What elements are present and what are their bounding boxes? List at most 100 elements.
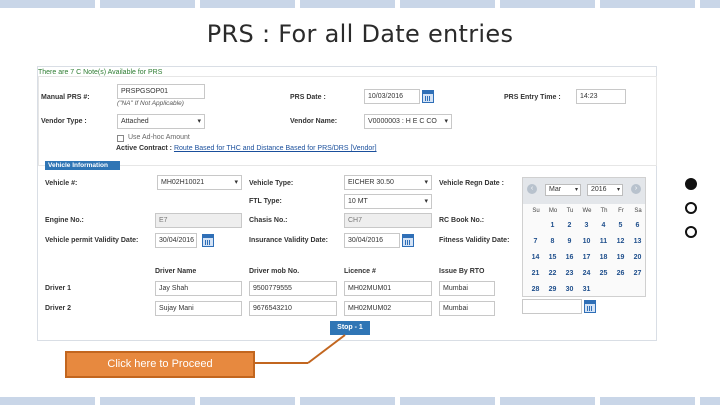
calendar-day[interactable]: 22 [544, 267, 561, 280]
engine-no-label: Engine No.: [45, 217, 84, 224]
weekday-label: Su [532, 208, 540, 214]
permit-validity-input[interactable]: 30/04/2016 [155, 233, 197, 248]
calendar-day[interactable]: 8 [544, 235, 561, 248]
calendar-icon[interactable] [584, 300, 596, 313]
top-decor-stripe [0, 0, 720, 8]
calendar-day[interactable]: 21 [527, 267, 544, 280]
driver-2-mobile-input[interactable]: 9676543210 [249, 301, 337, 316]
vehicle-no-label: Vehicle #: [45, 180, 78, 187]
vehicle-regn-date-label: Vehicle Regn Date : [439, 180, 504, 187]
chasis-no-input[interactable]: CH7 [344, 213, 432, 228]
regn-date-input[interactable] [522, 299, 582, 314]
driver-2-label: Driver 2 [45, 305, 72, 312]
month-select[interactable]: Mar [545, 184, 581, 196]
nav-dot[interactable] [685, 202, 697, 214]
availability-note: There are 7 C Note(s) Available for PRS [38, 69, 163, 76]
proceed-button[interactable]: Click here to Proceed [65, 351, 255, 378]
engine-no-input[interactable]: E7 [155, 213, 242, 228]
calendar-day[interactable]: 16 [561, 251, 578, 264]
calendar-icon[interactable] [402, 234, 414, 247]
vehicle-type-label: Vehicle Type: [249, 180, 294, 187]
ftl-type-select[interactable]: 10 MT [344, 194, 432, 209]
calendar-day[interactable]: 10 [578, 235, 595, 248]
calendar-day[interactable]: 11 [595, 235, 612, 248]
rc-book-no-label: RC Book No.: [439, 217, 485, 224]
driver-2-rto-input[interactable]: Mumbai [439, 301, 495, 316]
chasis-no-label: Chasis No.: [249, 217, 288, 224]
driver-1-licence-input[interactable]: MH02MUM01 [344, 281, 432, 296]
weekday-label: Tu [566, 208, 574, 214]
calendar-day[interactable]: 19 [612, 251, 629, 264]
fitness-validity-label: Fitness Validity Date: [439, 237, 510, 244]
issue-rto-header: Issue By RTO [439, 268, 485, 275]
calendar-day[interactable]: 7 [527, 235, 544, 248]
driver-1-rto-input[interactable]: Mumbai [439, 281, 495, 296]
calendar-day[interactable]: 27 [629, 267, 646, 280]
calendar-day[interactable]: 1 [544, 219, 561, 232]
calendar-day[interactable]: 18 [595, 251, 612, 264]
calendar-day[interactable]: 26 [612, 267, 629, 280]
nav-dot-active[interactable] [685, 178, 697, 190]
calendar-day[interactable]: 14 [527, 251, 544, 264]
stop-1-tab[interactable]: Stop - 1 [330, 321, 370, 335]
insurance-validity-label: Insurance Validity Date: [249, 237, 328, 244]
driver-1-name-input[interactable]: Jay Shah [155, 281, 242, 296]
calendar-icon[interactable] [422, 90, 434, 103]
calendar-day[interactable]: 17 [578, 251, 595, 264]
vendor-name-select[interactable]: V0000003 : H E C CO [364, 114, 452, 129]
weekday-label: We [582, 208, 592, 214]
calendar-day[interactable]: 4 [595, 219, 612, 232]
driver-1-label: Driver 1 [45, 285, 72, 292]
calendar-day[interactable]: 9 [561, 235, 578, 248]
calendar-day[interactable]: 5 [612, 219, 629, 232]
chevron-right-icon[interactable]: › [631, 184, 641, 194]
calendar-day[interactable]: 30 [561, 283, 578, 296]
vehicle-no-select[interactable]: MH02H10021 [157, 175, 242, 190]
slide-title: PRS : For all Date entries [206, 20, 514, 48]
calendar-day[interactable]: 29 [544, 283, 561, 296]
active-contract-link[interactable]: Route Based for THC and Distance Based f… [174, 145, 377, 152]
ftl-type-label: FTL Type: [249, 198, 282, 205]
prs-date-label: PRS Date : [290, 94, 326, 101]
calendar-day[interactable]: 12 [612, 235, 629, 248]
calendar-day[interactable]: 28 [527, 283, 544, 296]
active-contract: Active Contract : Route Based for THC an… [116, 145, 377, 152]
permit-validity-label: Vehicle permit Validity Date: [45, 237, 139, 244]
prs-form-screenshot: There are 7 C Note(s) Available for PRS … [37, 66, 657, 341]
bottom-decor-stripe [0, 397, 720, 405]
calendar-day[interactable]: 23 [561, 267, 578, 280]
weekday-label: Sa [634, 208, 642, 214]
driver-2-licence-input[interactable]: MH02MUM02 [344, 301, 432, 316]
calendar-day[interactable]: 24 [578, 267, 595, 280]
calendar-day[interactable]: 2 [561, 219, 578, 232]
chevron-left-icon[interactable]: ‹ [527, 184, 537, 194]
calendar-day[interactable]: 15 [544, 251, 561, 264]
calendar-day[interactable]: 25 [595, 267, 612, 280]
vendor-type-label: Vendor Type : [41, 118, 87, 125]
manual-prs-hint: ("NA" If Not Applicable) [117, 100, 184, 107]
vendor-name-label: Vendor Name: [290, 118, 338, 125]
calendar-day[interactable]: 3 [578, 219, 595, 232]
weekday-label: Th [600, 208, 608, 214]
prs-entry-time-label: PRS Entry Time : [504, 94, 561, 101]
prs-date-input[interactable]: 10/03/2016 [364, 89, 420, 104]
insurance-validity-input[interactable]: 30/04/2016 [344, 233, 400, 248]
calendar-day[interactable]: 6 [629, 219, 646, 232]
date-picker-popup[interactable]: ‹ Mar 2016 › SuMoTuWeThFrSa 123456789101… [522, 177, 646, 297]
manual-prs-input[interactable]: PRSPGSOP01 [117, 84, 205, 99]
vendor-type-select[interactable]: Attached [117, 114, 205, 129]
nav-dot[interactable] [685, 226, 697, 238]
driver-2-name-input[interactable]: Sujay Mani [155, 301, 242, 316]
calendar-day[interactable]: 13 [629, 235, 646, 248]
driver-1-mobile-input[interactable]: 9500779555 [249, 281, 337, 296]
calendar-day[interactable]: 20 [629, 251, 646, 264]
year-select[interactable]: 2016 [587, 184, 623, 196]
manual-prs-label: Manual PRS #: [41, 94, 90, 101]
vehicle-type-select[interactable]: EICHER 30.50 [344, 175, 432, 190]
calendar-icon[interactable] [202, 234, 214, 247]
adhoc-amount-checkbox[interactable] [117, 135, 124, 142]
prs-entry-time-input[interactable]: 14:23 [576, 89, 626, 104]
licence-header: Licence # [344, 268, 376, 275]
adhoc-amount-label: Use Ad-hoc Amount [128, 134, 190, 141]
calendar-day[interactable]: 31 [578, 283, 595, 296]
